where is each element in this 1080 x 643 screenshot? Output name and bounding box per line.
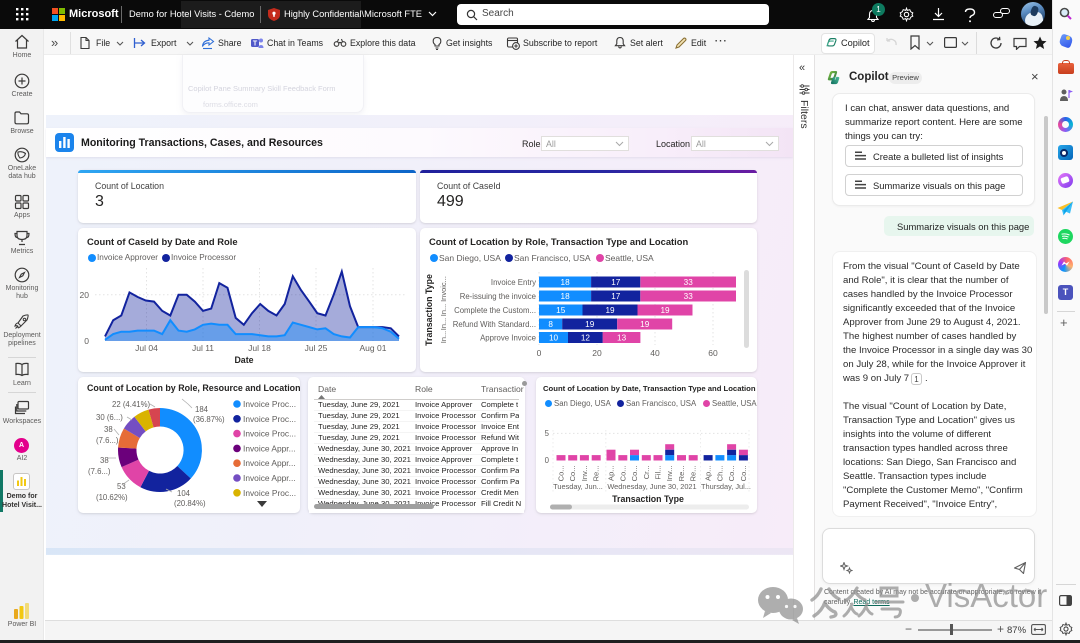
svg-text:Fil...: Fil... bbox=[654, 466, 663, 480]
svg-text:Co...: Co... bbox=[630, 466, 639, 482]
svg-text:Re...: Re... bbox=[689, 466, 698, 482]
svg-text:Re...: Re... bbox=[592, 466, 601, 482]
svg-text:Co...: Co... bbox=[739, 466, 748, 482]
svg-text:Re...: Re... bbox=[677, 466, 686, 482]
svg-text:Co...: Co... bbox=[568, 466, 577, 482]
svg-text:Inv...: Inv... bbox=[665, 466, 674, 482]
svg-text:5: 5 bbox=[545, 429, 550, 438]
svg-text:Tuesday, Jun...: Tuesday, Jun... bbox=[553, 482, 603, 491]
svg-text:0: 0 bbox=[545, 456, 550, 465]
svg-text:Cr...: Cr... bbox=[642, 466, 651, 480]
svg-text:Co...: Co... bbox=[727, 466, 736, 482]
svg-text:Wednesday, June 30, 2021: Wednesday, June 30, 2021 bbox=[607, 482, 696, 491]
svg-text:Co...: Co... bbox=[618, 466, 627, 482]
svg-text:Ap...: Ap... bbox=[607, 466, 616, 481]
svg-text:Co...: Co... bbox=[557, 466, 566, 482]
svg-text:Ap...: Ap... bbox=[704, 466, 713, 481]
svg-text:Inv...: Inv... bbox=[580, 466, 589, 482]
svg-text:Ch...: Ch... bbox=[715, 466, 724, 482]
svg-text:Transaction Type: Transaction Type bbox=[612, 494, 684, 504]
svg-text:Thursday, Jul...: Thursday, Jul... bbox=[701, 482, 751, 491]
